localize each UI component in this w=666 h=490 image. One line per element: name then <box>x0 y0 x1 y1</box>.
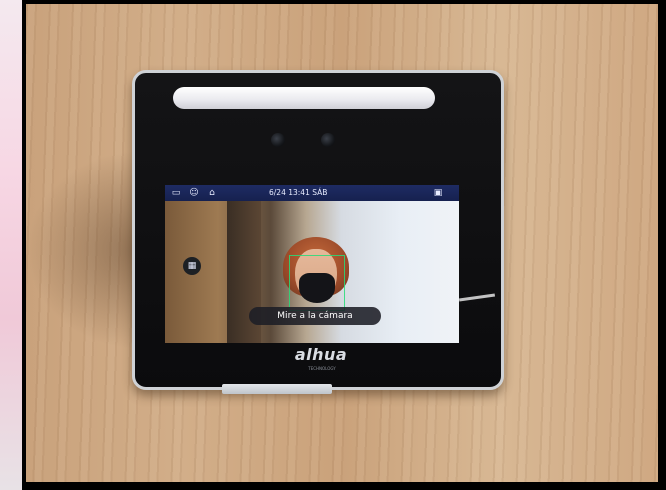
face-detection-box <box>289 255 345 311</box>
status-datetime: 6/24 13:41 SÁB <box>269 188 328 197</box>
face-recognition-terminal: ▭ ☺ ⌂ 6/24 13:41 SÁB ▣ ▦ Mire a la cámar… <box>132 70 504 390</box>
look-at-camera-prompt: Mire a la cámara <box>249 307 381 325</box>
device-screen: ▭ ☺ ⌂ 6/24 13:41 SÁB ▣ ▦ Mire a la cámar… <box>165 185 459 343</box>
camera-lens-right <box>321 133 335 147</box>
camera-lens-left <box>271 133 285 147</box>
device-mount-base <box>222 384 332 394</box>
network-icon: ▣ <box>433 188 443 198</box>
keypad-icon[interactable]: ▦ <box>183 257 201 275</box>
photo-frame: ▭ ☺ ⌂ 6/24 13:41 SÁB ▣ ▦ Mire a la cámar… <box>0 0 666 490</box>
card-icon: ▭ <box>171 188 181 198</box>
brand-tagline: TECHNOLOGY <box>308 366 336 371</box>
lock-icon: ⌂ <box>209 188 215 198</box>
status-bar: ▭ ☺ ⌂ 6/24 13:41 SÁB ▣ <box>165 185 459 201</box>
user-icon: ☺ <box>189 188 199 198</box>
background-strip <box>0 0 22 490</box>
brand-logo: alhua <box>294 345 348 364</box>
fill-light-bar <box>173 87 435 109</box>
